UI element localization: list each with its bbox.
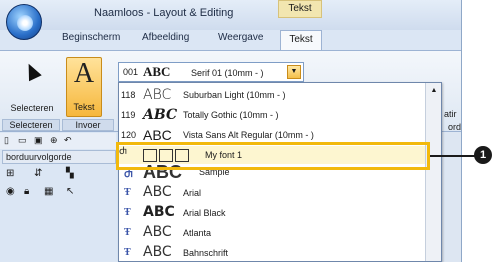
zoom-icon[interactable]: ⊕ <box>50 135 58 146</box>
font-preview: ABC <box>143 224 172 240</box>
ribbon-fragment-b: ord <box>448 122 462 132</box>
chevron-down-icon[interactable]: ▼ <box>287 65 301 79</box>
eye-icon[interactable]: ◉ <box>6 186 15 197</box>
font-list-item[interactable]: Ŧ ABC Bahnschrift <box>119 243 425 262</box>
callout-number-badge: 1 <box>474 146 492 164</box>
save-icon[interactable]: ▣ <box>34 135 43 146</box>
undo-icon[interactable]: ↶ <box>64 135 72 146</box>
canvas-area <box>0 203 118 262</box>
font-list-item[interactable]: Ŧ ABC Arial Black <box>119 203 425 223</box>
tab-beginscherm[interactable]: Beginscherm <box>62 32 120 43</box>
group-insert-label: Invoer <box>62 119 114 131</box>
font-select-preview: ABC <box>143 64 171 79</box>
font-name: Arial Black <box>183 208 226 218</box>
truetype-icon: Ŧ <box>124 187 131 198</box>
tab-afbeelding[interactable]: Afbeelding <box>142 32 189 43</box>
font-select-name: Serif 01 (10mm - ) <box>191 68 264 78</box>
font-list-item[interactable]: Ŧ ABC Arial <box>119 183 425 203</box>
font-name: Atlanta <box>183 228 212 238</box>
font-list-item[interactable]: 118 ABC Suburban Light (10mm - ) <box>119 85 425 105</box>
dropdown-scrollbar[interactable]: ▲ <box>425 83 441 261</box>
grid-icon[interactable]: ⊞ <box>6 168 14 179</box>
lock-icon[interactable]: 🔒︎ <box>24 186 29 197</box>
font-select-code: 001 <box>123 67 139 77</box>
callout-leader-line <box>430 155 476 157</box>
new-file-icon[interactable]: ▯ <box>4 135 9 146</box>
font-name: Arial <box>183 188 202 198</box>
truetype-icon: Ŧ <box>124 247 131 258</box>
tab-tekst[interactable]: Tekst <box>280 30 322 50</box>
font-preview: ABC <box>143 184 172 200</box>
tab-weergave[interactable]: Weergave <box>218 32 263 43</box>
app-logo-icon <box>17 15 33 31</box>
group-select-label: Selecteren <box>2 119 60 131</box>
font-preview: ABC <box>143 127 172 143</box>
context-tab-label: Tekst <box>278 0 322 18</box>
font-list-item[interactable]: Ŧ ABC Atlanta <box>119 223 425 243</box>
panel-toolbar-2: ◉ 🔒︎ ▦ ↖ <box>2 185 116 201</box>
side-panel <box>442 132 461 262</box>
font-code: 120 <box>121 130 137 140</box>
font-preview: ABC <box>143 244 172 260</box>
font-code: 118 <box>121 90 136 100</box>
panel-title: borduurvolgorde <box>2 150 116 164</box>
font-name: Totally Gothic (10mm - ) <box>183 110 279 120</box>
window-title: Naamloos - Layout & Editing <box>94 7 234 19</box>
scroll-up-icon[interactable]: ▲ <box>428 85 440 97</box>
font-preview: ABC <box>143 204 175 220</box>
move-icon[interactable]: ⇵ <box>34 168 42 179</box>
color-icon[interactable]: ▚ <box>66 168 74 179</box>
quick-access-toolbar: ▯ ▭ ▣ ⊕ ↶ <box>0 133 116 149</box>
text-a-icon: A <box>73 58 95 89</box>
font-name: Suburban Light (10mm - ) <box>183 90 286 100</box>
font-select[interactable]: 001 ABC Serif 01 (10mm - ) ▼ <box>118 62 304 82</box>
user-font-icon: Ⴛ <box>124 169 133 180</box>
title-bar: Naamloos - Layout & Editing Tekst <box>0 0 461 40</box>
font-name: Vista Sans Alt Regular (10mm - ) <box>183 130 314 140</box>
text-button-label: Tekst <box>73 102 95 112</box>
pattern-icon[interactable]: ▦ <box>44 186 53 197</box>
open-folder-icon[interactable]: ▭ <box>18 135 27 146</box>
pointer-arrow-icon <box>22 60 42 82</box>
font-name: Bahnschrift <box>183 248 229 258</box>
callout-highlight-frame <box>116 142 430 170</box>
font-code: 119 <box>121 110 136 120</box>
font-list-item[interactable]: 120 ABC Vista Sans Alt Regular (10mm - ) <box>119 125 425 143</box>
font-dropdown-list: 118 ABC Suburban Light (10mm - ) 119 ABC… <box>118 82 442 262</box>
ribbon-tabs: Beginscherm Afbeelding Weergave Tekst <box>0 30 461 50</box>
truetype-icon: Ŧ <box>124 207 131 218</box>
cursor-icon[interactable]: ↖ <box>66 186 74 197</box>
text-tool-button[interactable]: A Tekst <box>66 57 102 117</box>
ribbon-fragment-a: atir <box>444 109 457 119</box>
select-button[interactable]: Selecteren <box>6 57 58 117</box>
font-list-item[interactable]: 119 ABC Totally Gothic (10mm - ) <box>119 105 425 125</box>
font-preview: ABC <box>143 107 178 123</box>
panel-toolbar-1: ⊞ ⇵ ▚ <box>2 167 116 183</box>
select-button-label: Selecteren <box>10 103 54 113</box>
font-preview: ABC <box>143 87 172 103</box>
truetype-icon: Ŧ <box>124 227 131 238</box>
